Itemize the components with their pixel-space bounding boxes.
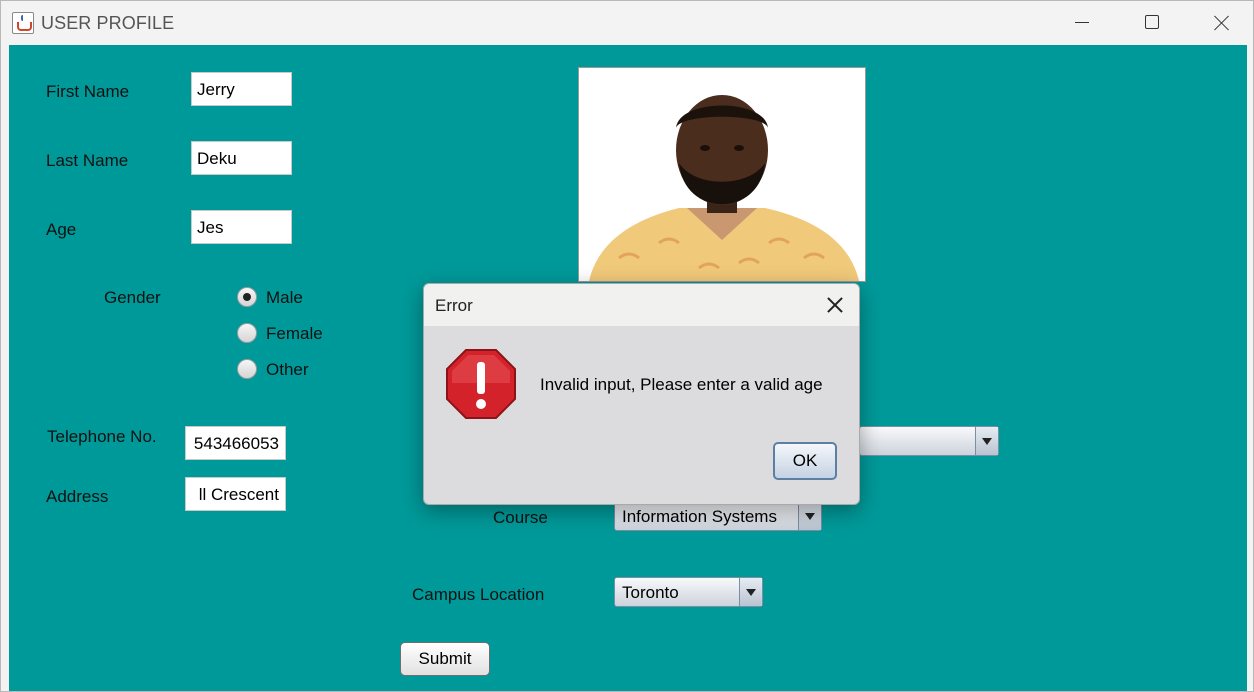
profile-photo	[578, 67, 866, 282]
error-dialog: Error Invalid input, Please enter a vali…	[423, 283, 860, 505]
address-label: Address	[46, 487, 109, 506]
telephone-field[interactable]: 543466053	[185, 426, 286, 460]
hidden-combo-box[interactable]	[859, 426, 999, 456]
first-name-label: First Name	[46, 82, 130, 101]
chevron-down-icon	[975, 427, 998, 455]
error-octagon-icon	[446, 349, 516, 419]
gender-radio-male[interactable]	[237, 287, 257, 307]
minimize-icon	[1075, 22, 1089, 23]
profile-photo-image	[579, 68, 865, 281]
minimize-button[interactable]	[1059, 9, 1105, 37]
gender-option-male[interactable]: Male	[266, 288, 303, 308]
title-bar: USER PROFILE	[1, 1, 1253, 45]
course-select[interactable]: Information Systems	[614, 501, 822, 531]
gender-label: Gender	[104, 288, 161, 307]
gender-option-other[interactable]: Other	[266, 360, 309, 380]
error-message: Invalid input, Please enter a valid age	[540, 375, 823, 394]
ok-button[interactable]: OK	[773, 442, 837, 480]
maximize-button[interactable]	[1129, 9, 1175, 37]
campus-location-label: Campus Location	[412, 585, 545, 604]
close-button[interactable]	[1199, 9, 1245, 37]
age-label: Age	[46, 220, 77, 239]
gender-option-female[interactable]: Female	[266, 324, 323, 344]
last-name-field[interactable]: Deku	[191, 141, 292, 175]
course-selected-value: Information Systems	[622, 507, 777, 526]
campus-location-select[interactable]: Toronto	[614, 577, 763, 607]
campus-selected-value: Toronto	[622, 583, 679, 602]
maximize-icon	[1145, 15, 1159, 29]
dialog-close-button[interactable]	[819, 291, 851, 319]
dialog-title-bar: Error	[424, 284, 859, 326]
address-field[interactable]: ll Crescent	[185, 477, 286, 511]
window-title: USER PROFILE	[41, 13, 175, 33]
gender-radio-other[interactable]	[237, 359, 257, 379]
chevron-down-icon	[739, 578, 762, 606]
chevron-down-icon	[798, 502, 821, 530]
telephone-label: Telephone No.	[47, 427, 157, 446]
course-label: Course	[493, 508, 548, 527]
java-app-icon	[12, 12, 34, 34]
gender-radio-female[interactable]	[237, 323, 257, 343]
dialog-title: Error	[435, 296, 473, 315]
submit-button[interactable]: Submit	[400, 642, 490, 676]
first-name-field[interactable]: Jerry	[191, 72, 292, 106]
age-field[interactable]: Jes	[191, 210, 292, 244]
last-name-label: Last Name	[46, 151, 129, 170]
